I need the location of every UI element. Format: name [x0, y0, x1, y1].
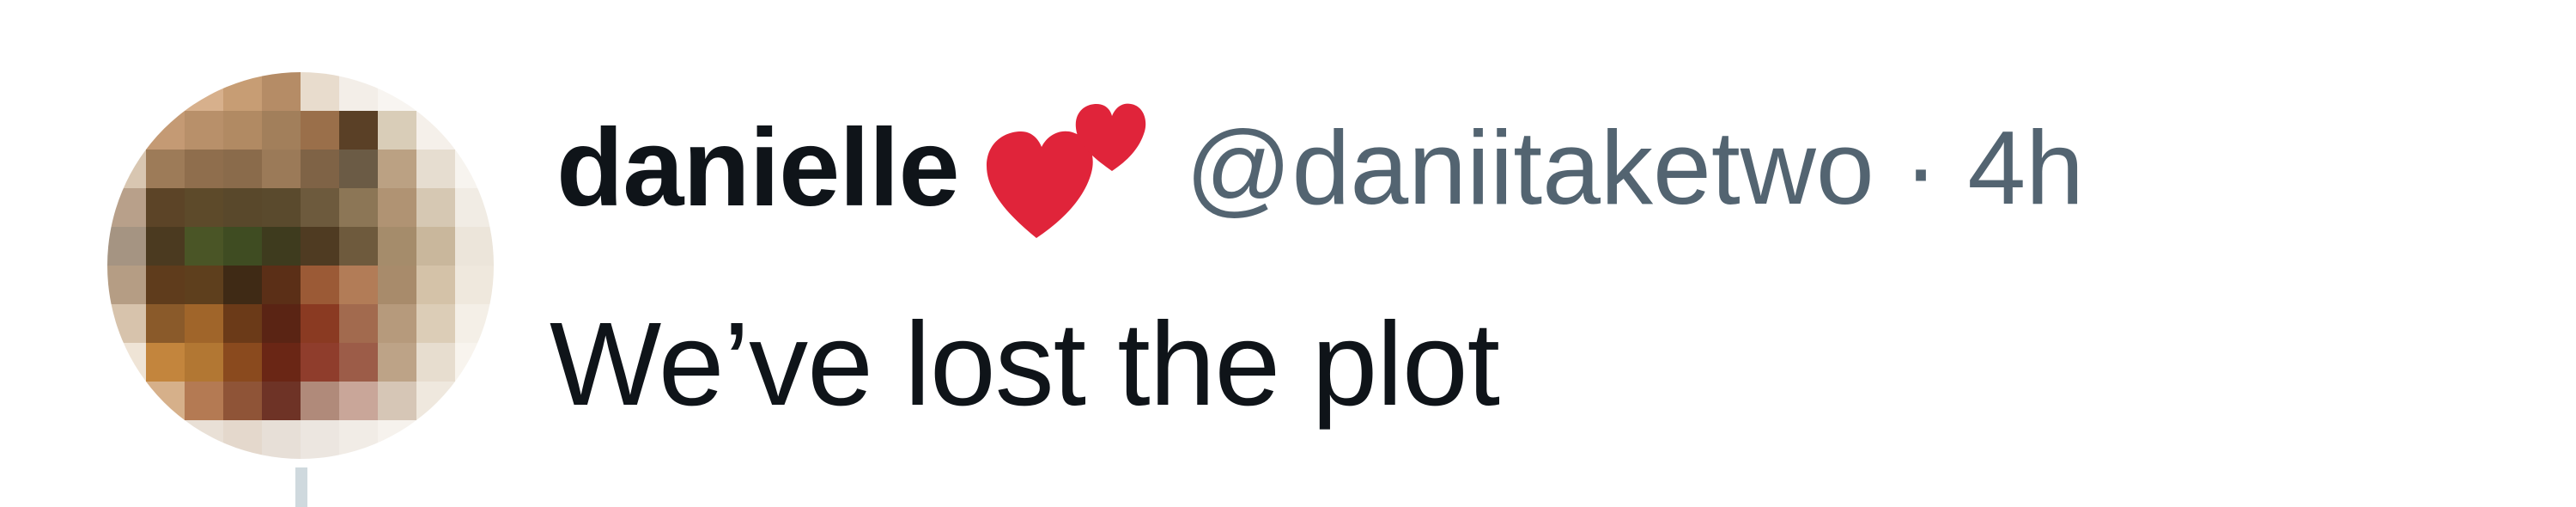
tweet-text: We’ve lost the plot — [550, 298, 1500, 431]
author-handle[interactable]: @daniitaketwo — [1186, 107, 1874, 228]
timestamp[interactable]: 4h — [1967, 107, 2084, 228]
author-name[interactable]: danielle — [556, 105, 960, 231]
thread-line — [295, 467, 307, 507]
tweet[interactable]: danielle @daniitaketwo · 4h We’ve lost t… — [0, 0, 2576, 507]
avatar[interactable] — [107, 72, 494, 459]
two-hearts-icon — [983, 87, 1146, 241]
tweet-header: danielle @daniitaketwo · 4h — [556, 103, 2084, 238]
separator-dot: · — [1903, 109, 1939, 226]
